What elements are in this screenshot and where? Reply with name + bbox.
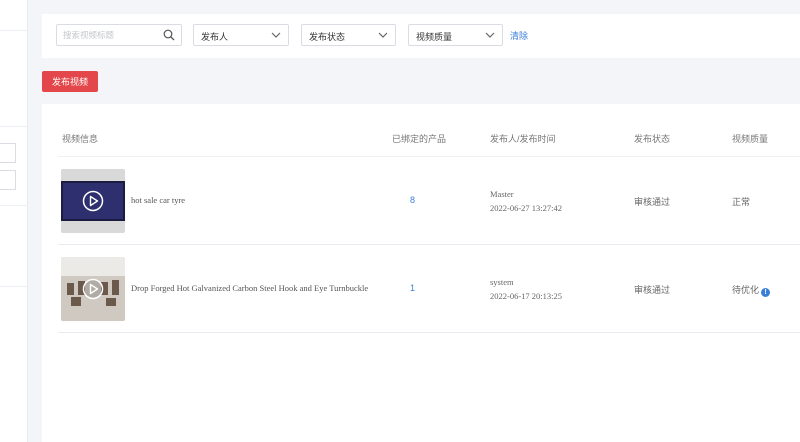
sidebar-divider <box>0 286 28 287</box>
publisher-name: Master <box>490 189 514 199</box>
sidebar-divider <box>0 126 28 127</box>
header-publisher-time: 发布人/发布时间 <box>490 134 556 144</box>
video-title[interactable]: Drop Forged Hot Galvanized Carbon Steel … <box>131 283 368 293</box>
bound-products-count[interactable]: 1 <box>410 283 415 293</box>
video-quality-cell: 待优化! <box>732 283 771 297</box>
video-quality: 正常 <box>732 197 751 207</box>
status-select[interactable]: 发布状态 <box>301 24 396 46</box>
table-row: Drop Forged Hot Galvanized Carbon Steel … <box>58 245 800 333</box>
video-thumbnail[interactable] <box>61 169 125 233</box>
search-box[interactable] <box>56 24 182 46</box>
sidebar-control[interactable] <box>0 170 16 190</box>
quality-select[interactable]: 视频质量 <box>408 24 503 46</box>
video-title[interactable]: hot sale car tyre <box>131 195 185 205</box>
play-icon[interactable] <box>82 190 104 212</box>
publisher-name: system <box>490 277 514 287</box>
filter-bar: 发布人 发布状态 视频质量 清除 <box>42 14 800 58</box>
header-video-info: 视频信息 <box>62 134 99 144</box>
left-sidebar <box>0 0 28 442</box>
info-icon[interactable]: ! <box>761 288 771 297</box>
header-bound-products: 已绑定的产品 <box>392 134 447 144</box>
header-quality: 视频质量 <box>732 134 769 144</box>
publish-status: 审核通过 <box>634 197 671 207</box>
video-quality: 待优化 <box>732 285 760 295</box>
search-input[interactable] <box>63 25 159 45</box>
publisher-select[interactable]: 发布人 <box>193 24 289 46</box>
video-thumbnail[interactable] <box>61 257 125 321</box>
quality-select-value: 视频质量 <box>416 32 453 42</box>
search-icon[interactable] <box>163 29 175 41</box>
content-gutter <box>28 0 42 442</box>
publish-time: 2022-06-27 13:27:42 <box>490 203 563 213</box>
sidebar-divider <box>0 205 28 206</box>
chevron-down-icon <box>378 32 388 38</box>
chevron-down-icon <box>485 32 495 38</box>
publish-time: 2022-06-17 20:13:25 <box>490 291 563 301</box>
header-status: 发布状态 <box>634 134 671 144</box>
table-row: hot sale car tyre 8 Master 2022-06-27 13… <box>58 157 800 245</box>
publish-status: 审核通过 <box>634 285 671 295</box>
video-table: 视频信息 已绑定的产品 发布人/发布时间 发布状态 视频质量 hot sale … <box>42 104 800 442</box>
publisher-info: system 2022-06-17 20:13:25 <box>490 275 562 303</box>
publisher-select-value: 发布人 <box>201 32 229 42</box>
publish-video-button[interactable]: 发布视频 <box>42 71 98 92</box>
sidebar-control[interactable] <box>0 143 16 163</box>
publisher-info: Master 2022-06-27 13:27:42 <box>490 187 562 215</box>
play-icon[interactable] <box>82 278 104 300</box>
bound-products-count[interactable]: 8 <box>410 195 415 205</box>
clear-filters-link[interactable]: 清除 <box>510 29 528 42</box>
chevron-down-icon <box>271 32 281 38</box>
sidebar-divider <box>0 30 28 31</box>
status-select-value: 发布状态 <box>309 32 346 42</box>
